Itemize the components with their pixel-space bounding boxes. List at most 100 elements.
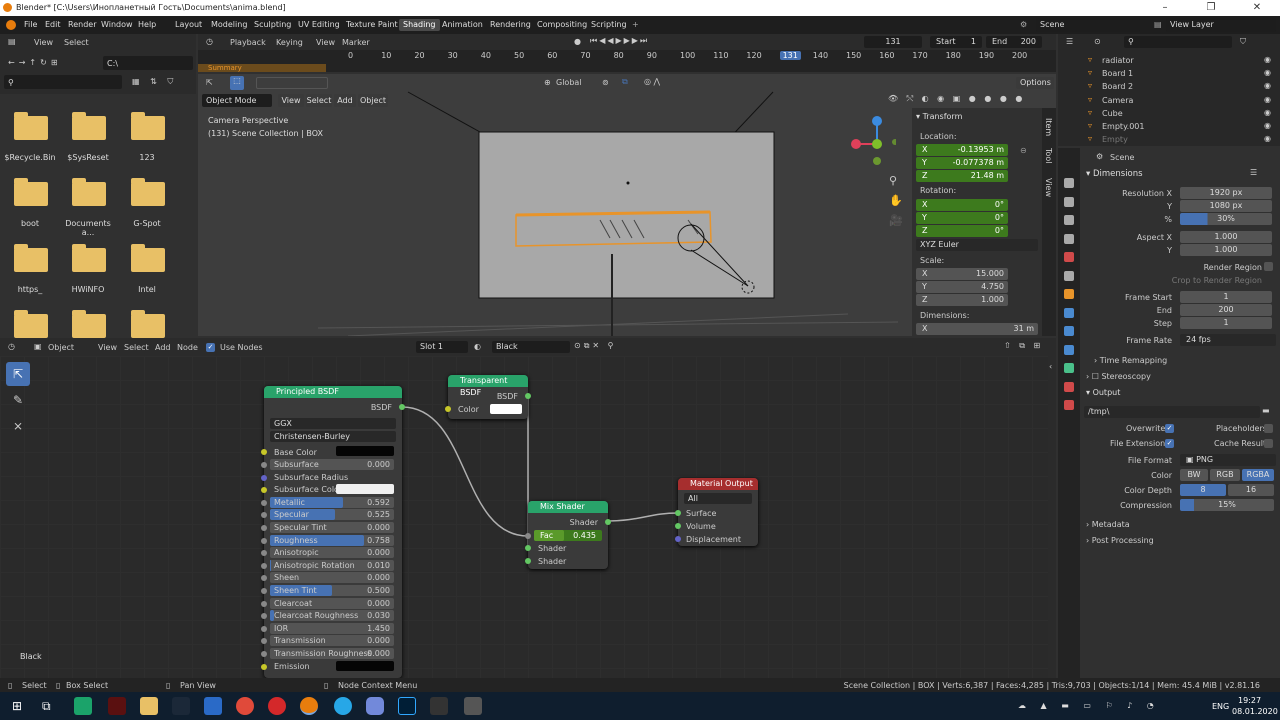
frame-start-field[interactable]: 1	[1180, 291, 1272, 303]
pan-hand-icon[interactable]: ✋	[889, 194, 903, 207]
input-socket[interactable]	[261, 651, 267, 657]
render-region-checkbox[interactable]	[1264, 262, 1273, 271]
menu-edit[interactable]: Edit	[45, 20, 61, 29]
principled-bsdf-node[interactable]: Principled BSDF BSDF GGX Christensen-Bur…	[261, 386, 405, 678]
properties-tab-icon[interactable]	[1064, 178, 1074, 188]
folder-icon[interactable]	[72, 112, 106, 140]
displacement-socket[interactable]	[675, 536, 681, 542]
folder-icon[interactable]	[72, 178, 106, 206]
folder-icon[interactable]	[131, 244, 165, 272]
tab-rendering[interactable]: Rendering	[490, 20, 531, 29]
location-x-field[interactable]: X -0.13953 m	[916, 144, 1008, 156]
steam-icon[interactable]	[172, 697, 190, 715]
ne-menu-add[interactable]: Add	[155, 343, 171, 352]
resolution-y-field[interactable]: 1080 px	[1180, 200, 1272, 212]
timeline-menu-marker[interactable]: Marker	[342, 38, 370, 47]
file-name[interactable]: Intel	[118, 285, 176, 294]
camera-view-icon[interactable]: 🎥	[889, 214, 903, 227]
node-editor-right-icons[interactable]: ⇧ ⧉ ⊞	[1004, 341, 1043, 351]
node-editor-canvas[interactable]: ⇱ ✎ ⨯ Black Principled BSDF BSDF GGX Chr…	[0, 356, 1056, 678]
menu-file[interactable]: File	[24, 20, 37, 29]
yandex-icon[interactable]	[268, 697, 286, 715]
chrome-icon[interactable]	[236, 697, 254, 715]
tab-view[interactable]: View	[1044, 178, 1053, 197]
record-icon[interactable]: ●	[574, 37, 581, 46]
output-header[interactable]: ▾ Output	[1086, 388, 1120, 397]
frame-end-field[interactable]: 200	[1180, 304, 1272, 316]
fac-socket[interactable]	[525, 533, 531, 539]
outliner-item[interactable]: ▿ Board 1 ◉	[1058, 67, 1280, 80]
post-processing-header[interactable]: › Post Processing	[1086, 536, 1154, 545]
outliner-item[interactable]: ▿ Empty ◉	[1058, 133, 1280, 146]
network-app-icon[interactable]	[204, 697, 222, 715]
file-browser-type-icon[interactable]: ▤	[8, 37, 16, 46]
tab-modeling[interactable]: Modeling	[211, 20, 247, 29]
tab-shading[interactable]: Shading	[399, 19, 440, 31]
task-view-icon[interactable]: ⧉	[42, 699, 51, 714]
blender-taskbar-icon[interactable]	[300, 697, 318, 715]
cache-result-checkbox[interactable]	[1264, 439, 1273, 448]
input-socket[interactable]	[261, 575, 267, 582]
input-socket[interactable]	[261, 663, 267, 670]
menu-render[interactable]: Render	[68, 20, 96, 29]
visibility-eye-icon[interactable]: ◉	[1264, 81, 1271, 90]
visibility-eye-icon[interactable]: ◉	[1264, 95, 1271, 104]
tab-tool[interactable]: Tool	[1044, 148, 1053, 164]
properties-tab-icon[interactable]	[1064, 326, 1074, 336]
input-socket[interactable]	[261, 613, 267, 620]
outliner-item[interactable]: ▿ Empty.001 ◉	[1058, 120, 1280, 133]
tab-item[interactable]: Item	[1044, 118, 1053, 136]
ne-menu-view[interactable]: View	[98, 343, 117, 352]
color-bw-button[interactable]: BW	[1180, 469, 1208, 481]
properties-tab-icon[interactable]	[1064, 344, 1074, 355]
folder-browse-icon[interactable]: ▬	[1262, 406, 1270, 415]
folder-icon[interactable]	[14, 310, 48, 338]
menu-window[interactable]: Window	[101, 20, 133, 29]
folder-icon[interactable]	[14, 178, 48, 206]
current-frame-field[interactable]: 131	[864, 36, 922, 48]
color-rgb-button[interactable]: RGB	[1210, 469, 1240, 481]
input-socket[interactable]	[261, 600, 267, 607]
fb-search-input[interactable]: ⚲	[4, 75, 122, 89]
input-socket[interactable]	[261, 512, 267, 519]
input-socket[interactable]	[261, 499, 267, 506]
qbittorrent-icon[interactable]	[74, 697, 92, 715]
aspect-x-field[interactable]: 1.000	[1180, 231, 1272, 243]
file-explorer-icon[interactable]	[140, 697, 158, 715]
input-slider[interactable]: Clearcoat 0.000	[270, 597, 394, 609]
placeholders-checkbox[interactable]	[1264, 424, 1273, 433]
file-name[interactable]: G-Spot	[118, 219, 176, 228]
input-socket[interactable]	[261, 474, 267, 481]
timeline-menu-keying[interactable]: Keying	[276, 38, 303, 47]
input-slider[interactable]: Clearcoat Roughness 0.030	[270, 610, 394, 622]
transparent-bsdf-node[interactable]: Transparent BSDF BSDF Color	[445, 375, 531, 419]
editor-type-icon[interactable]: ◷	[206, 37, 213, 46]
fb-display-icons[interactable]: ▦ ⇅ ⛉	[132, 77, 177, 87]
clock-date[interactable]: 08.01.2020	[1232, 707, 1278, 716]
fb-menu-view[interactable]: View	[34, 38, 53, 47]
zoom-icon[interactable]: ⚲	[889, 174, 897, 187]
system-tray-icons[interactable]: ☁ ▲ ▬ ▭ ⚐ ♪ ◔	[1018, 701, 1160, 710]
input-language[interactable]: ENG	[1212, 702, 1229, 711]
properties-tab-icon[interactable]	[1064, 363, 1074, 373]
ne-menu-node[interactable]: Node	[177, 343, 198, 352]
tab-texture-paint[interactable]: Texture Paint	[346, 20, 398, 29]
outliner-item[interactable]: ▿ Cube ◉	[1058, 107, 1280, 120]
output-target-dropdown[interactable]: All	[684, 493, 752, 504]
game-app-icon[interactable]	[108, 697, 126, 715]
file-format-dropdown[interactable]: ▣ PNG	[1180, 454, 1276, 466]
properties-tab-icon[interactable]	[1064, 252, 1074, 262]
node-editor-type-icon[interactable]: ◷	[8, 342, 15, 351]
display-mode-icon[interactable]: ⊙	[1094, 37, 1101, 46]
material-name-field[interactable]: Black	[492, 341, 570, 353]
mix-output-socket[interactable]	[605, 519, 611, 525]
presets-icon[interactable]: ☰	[1250, 168, 1257, 177]
shader-type-dropdown[interactable]: Object	[48, 343, 74, 352]
outliner-search-input[interactable]: ⚲	[1124, 36, 1232, 48]
principled-node-header[interactable]: Principled BSDF	[264, 386, 402, 398]
start-button-icon[interactable]: ⊞	[12, 699, 22, 713]
filter-icon[interactable]: ⛉	[1240, 37, 1246, 47]
close-button[interactable]: ✕	[1234, 0, 1280, 16]
properties-tab-icon[interactable]	[1064, 400, 1074, 410]
tab-sculpting[interactable]: Sculpting	[254, 20, 291, 29]
